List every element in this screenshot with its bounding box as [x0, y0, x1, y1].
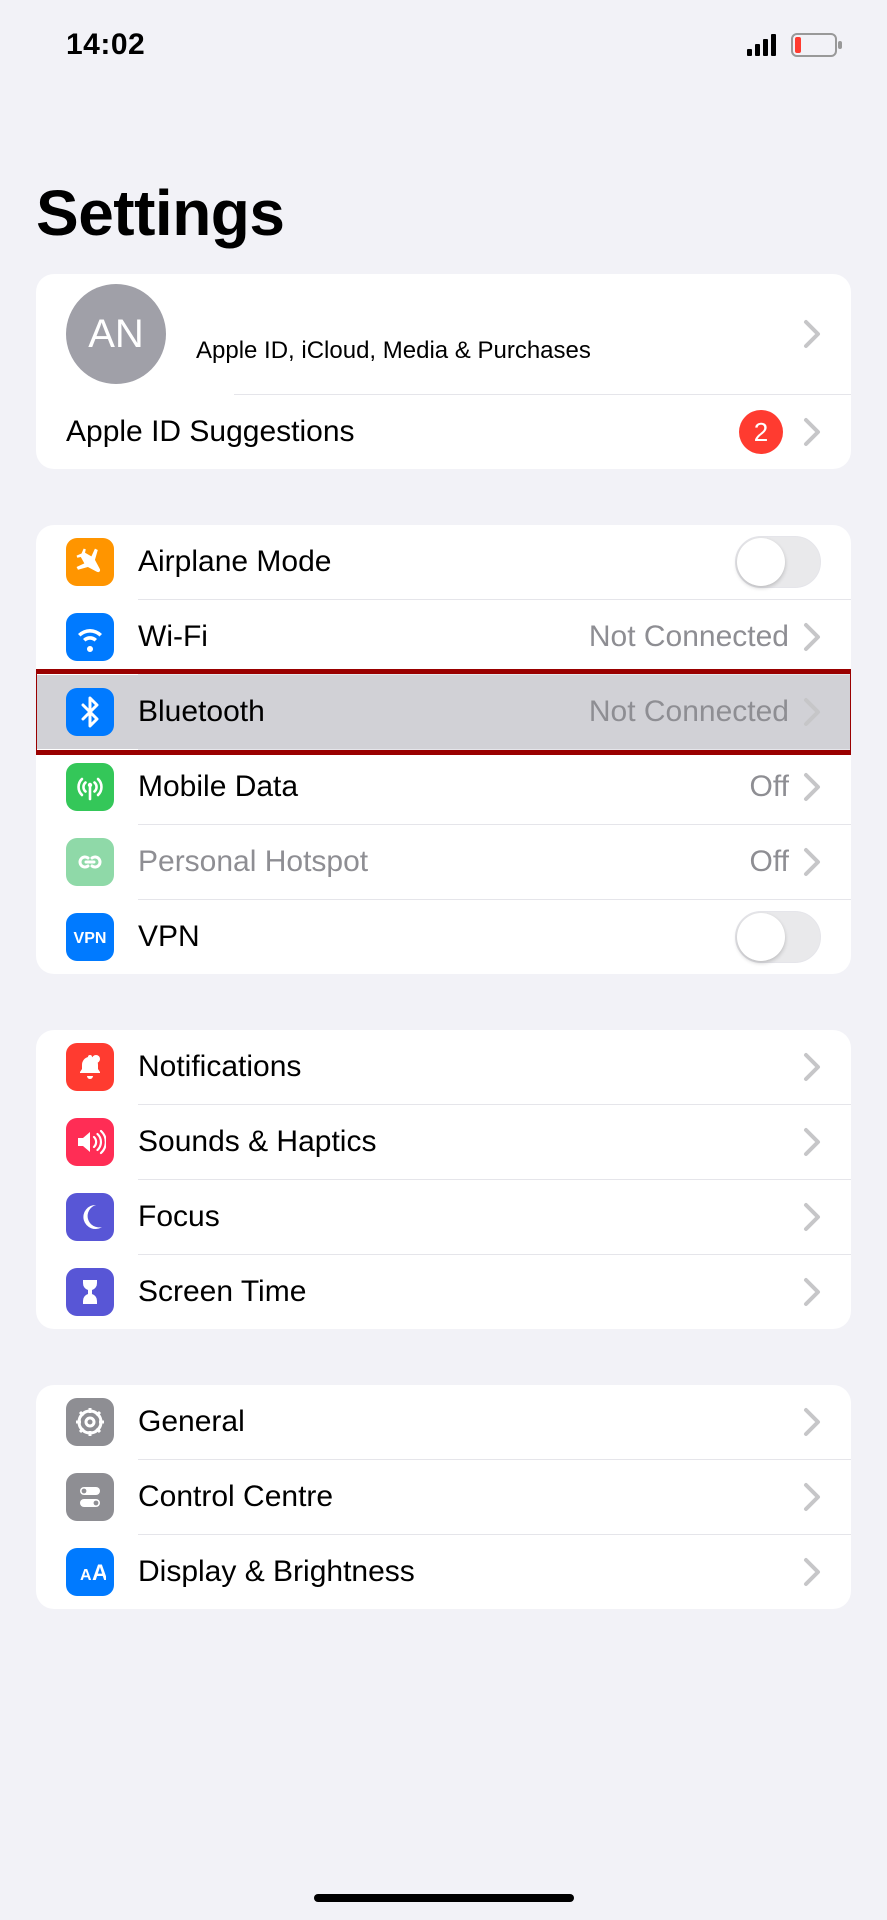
toggles-icon: [66, 1473, 114, 1521]
chevron-right-icon: [803, 622, 821, 652]
hotspot-detail: Off: [750, 845, 789, 879]
antenna-icon: [66, 763, 114, 811]
hotspot-label: Personal Hotspot: [138, 845, 368, 879]
row-apple-id-suggestions[interactable]: Apple ID Suggestions 2: [36, 395, 851, 469]
chevron-right-icon: [803, 772, 821, 802]
mobile-data-label: Mobile Data: [138, 770, 298, 804]
speaker-icon: [66, 1118, 114, 1166]
chevron-right-icon: [803, 697, 821, 727]
apple-id-subtitle: Apple ID, iCloud, Media & Purchases: [196, 337, 591, 365]
battery-low-icon: [791, 33, 843, 57]
wifi-icon: [66, 613, 114, 661]
row-sounds-haptics[interactable]: Sounds & Haptics: [36, 1105, 851, 1179]
chevron-right-icon: [803, 417, 821, 447]
row-apple-id[interactable]: AN Apple ID, iCloud, Media & Purchases: [36, 274, 851, 394]
cellular-icon: [747, 34, 781, 56]
row-airplane-mode[interactable]: Airplane Mode: [36, 525, 851, 599]
chevron-right-icon: [803, 1277, 821, 1307]
wifi-label: Wi-Fi: [138, 620, 208, 654]
group-general: General Control Centre AA Display & Brig…: [36, 1385, 851, 1609]
vpn-label: VPN: [138, 920, 200, 954]
row-personal-hotspot[interactable]: Personal Hotspot Off: [36, 825, 851, 899]
svg-text:A: A: [80, 1567, 92, 1584]
airplane-label: Airplane Mode: [138, 545, 331, 579]
general-label: General: [138, 1405, 245, 1439]
display-label: Display & Brightness: [138, 1555, 415, 1589]
row-bluetooth[interactable]: Bluetooth Not Connected: [36, 675, 851, 749]
bell-icon: [66, 1043, 114, 1091]
row-general[interactable]: General: [36, 1385, 851, 1459]
chevron-right-icon: [803, 1202, 821, 1232]
bluetooth-label: Bluetooth: [138, 695, 265, 729]
suggestions-badge: 2: [739, 410, 783, 454]
sounds-label: Sounds & Haptics: [138, 1125, 376, 1159]
airplane-icon: [66, 538, 114, 586]
wifi-detail: Not Connected: [589, 620, 789, 654]
chevron-right-icon: [803, 1127, 821, 1157]
chevron-right-icon: [803, 1407, 821, 1437]
chevron-right-icon: [803, 319, 821, 349]
bluetooth-icon: [66, 688, 114, 736]
avatar: AN: [66, 284, 166, 384]
group-apple-id: AN Apple ID, iCloud, Media & Purchases A…: [36, 274, 851, 469]
chevron-right-icon: [803, 1557, 821, 1587]
screentime-label: Screen Time: [138, 1275, 306, 1309]
controlcentre-label: Control Centre: [138, 1480, 333, 1514]
airplane-toggle[interactable]: [735, 536, 821, 588]
status-bar: 14:02: [0, 0, 887, 66]
chevron-right-icon: [803, 1052, 821, 1082]
focus-label: Focus: [138, 1200, 220, 1234]
chevron-right-icon: [803, 847, 821, 877]
row-mobile-data[interactable]: Mobile Data Off: [36, 750, 851, 824]
group-connectivity: Airplane Mode Wi-Fi Not Connected Blueto…: [36, 525, 851, 974]
group-attention: Notifications Sounds & Haptics Focus Scr…: [36, 1030, 851, 1329]
chevron-right-icon: [803, 1482, 821, 1512]
row-display-brightness[interactable]: AA Display & Brightness: [36, 1535, 851, 1609]
svg-text:VPN: VPN: [74, 930, 107, 947]
row-vpn[interactable]: VPN VPN: [36, 900, 851, 974]
mobile-data-detail: Off: [750, 770, 789, 804]
row-notifications[interactable]: Notifications: [36, 1030, 851, 1104]
status-right: [747, 33, 843, 57]
vpn-toggle[interactable]: [735, 911, 821, 963]
hourglass-icon: [66, 1268, 114, 1316]
page-title: Settings: [0, 66, 887, 274]
moon-icon: [66, 1193, 114, 1241]
bluetooth-detail: Not Connected: [589, 695, 789, 729]
svg-text:A: A: [92, 1560, 106, 1585]
notifications-label: Notifications: [138, 1050, 301, 1084]
row-control-centre[interactable]: Control Centre: [36, 1460, 851, 1534]
gear-icon: [66, 1398, 114, 1446]
home-indicator[interactable]: [314, 1894, 574, 1902]
text-size-icon: AA: [66, 1548, 114, 1596]
row-focus[interactable]: Focus: [36, 1180, 851, 1254]
vpn-icon: VPN: [66, 913, 114, 961]
row-wifi[interactable]: Wi-Fi Not Connected: [36, 600, 851, 674]
status-time: 14:02: [66, 28, 145, 62]
apple-id-suggestions-label: Apple ID Suggestions: [66, 415, 355, 449]
hotspot-icon: [66, 838, 114, 886]
avatar-initials: AN: [88, 312, 144, 357]
row-screen-time[interactable]: Screen Time: [36, 1255, 851, 1329]
